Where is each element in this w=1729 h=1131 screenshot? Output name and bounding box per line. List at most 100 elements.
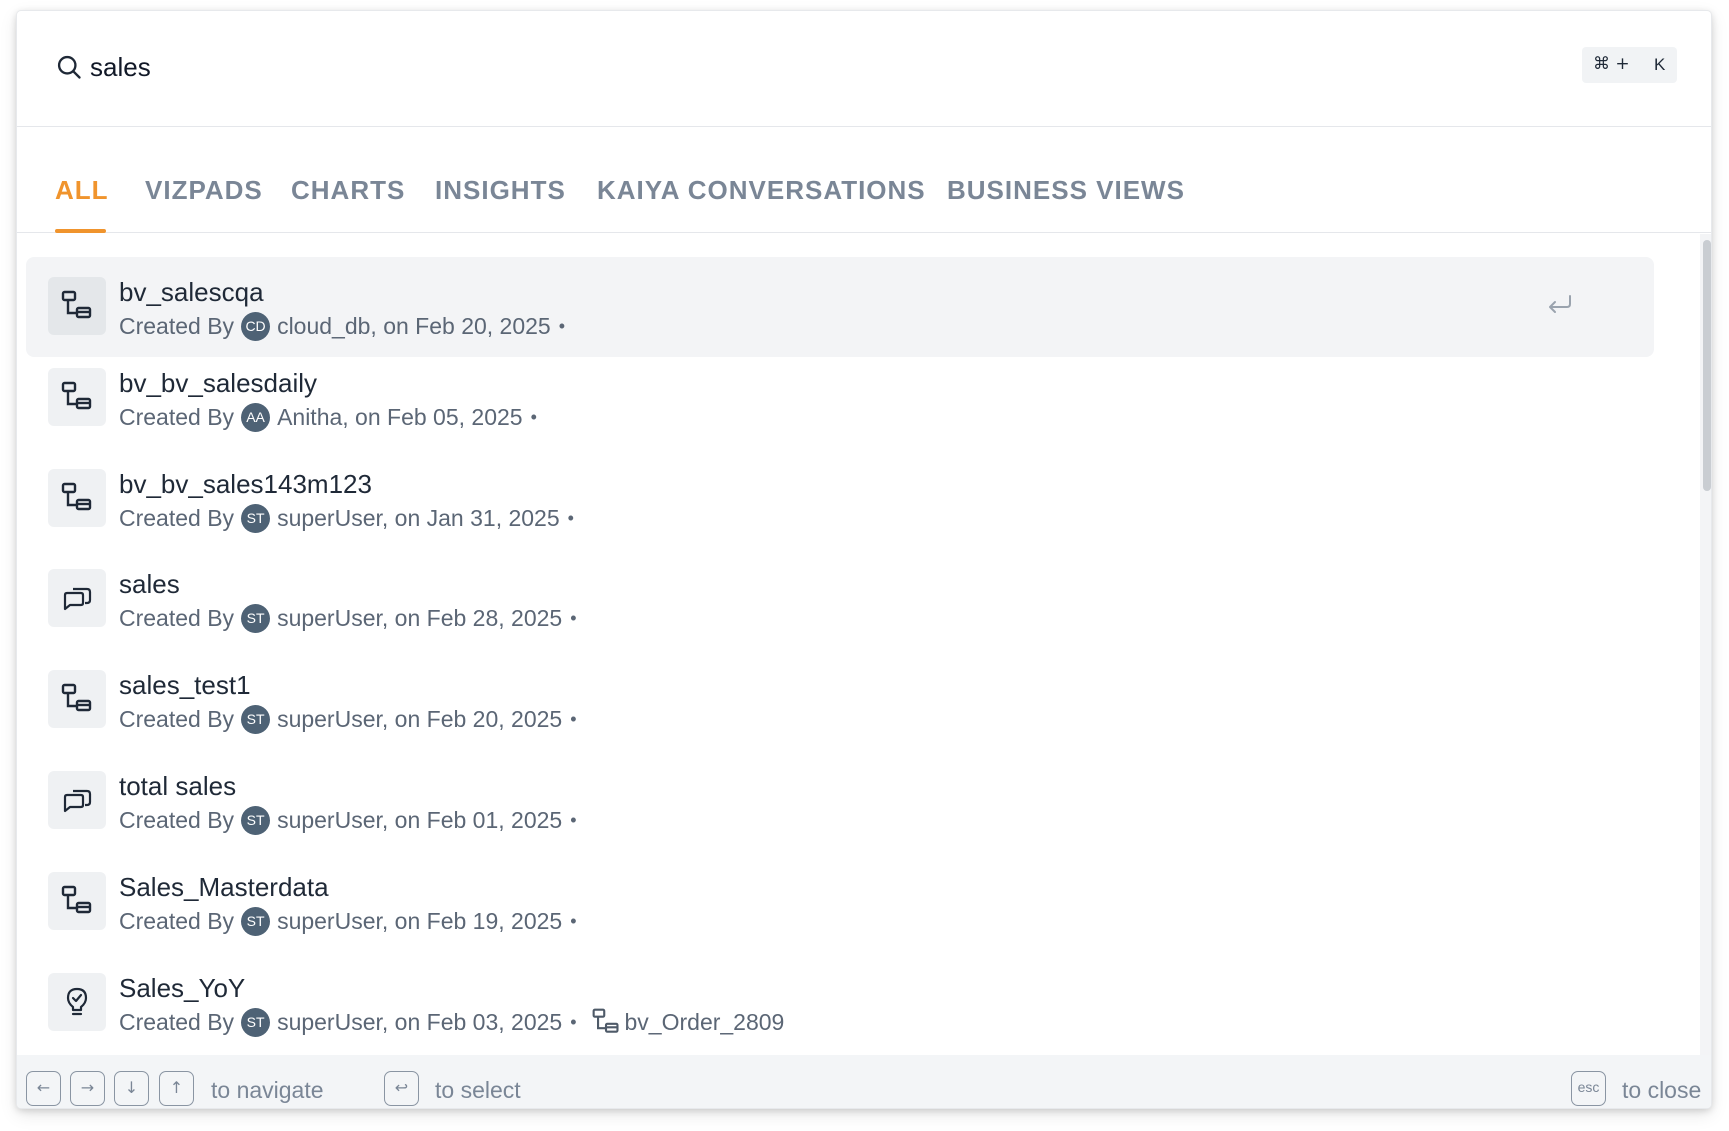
tab-vizpads[interactable]: VIZPADS	[145, 175, 263, 206]
tab-charts[interactable]: CHARTS	[291, 175, 405, 206]
created-by-label: Created By	[119, 1008, 235, 1035]
created-by-label: Created By	[119, 312, 235, 339]
business-view-icon	[61, 683, 92, 712]
result-type-icon-box	[48, 973, 106, 1031]
conversation-icon	[63, 587, 92, 611]
result-row[interactable]: Sales_Masterdata Created By ST superUser…	[26, 852, 1654, 952]
created-by-label: Created By	[119, 705, 235, 732]
business-view-icon	[61, 885, 92, 914]
result-row[interactable]: bv_salescqa Created By CD cloud_db, on F…	[26, 257, 1654, 357]
esc-key: esc	[1571, 1071, 1606, 1106]
separator-dot: •	[570, 809, 577, 830]
business-view-icon	[61, 482, 92, 511]
tab-all[interactable]: ALL	[55, 175, 109, 206]
tab-kaiya-conversations[interactable]: KAIYA CONVERSATIONS	[597, 175, 926, 206]
separator-dot: •	[530, 406, 537, 427]
search-bar: ⌘ + K	[17, 11, 1711, 127]
arrow-up-key: ↑	[159, 1071, 194, 1106]
result-meta: Created By ST superUser, on Feb 20, 2025…	[119, 704, 577, 734]
created-by-label: Created By	[119, 403, 235, 430]
created-by-label: Created By	[119, 604, 235, 631]
result-row[interactable]: Sales_YoY Created By ST superUser, on Fe…	[26, 953, 1654, 1053]
result-type-icon-box	[48, 368, 106, 426]
separator-dot: •	[567, 507, 574, 528]
creator-and-date: Anitha, on Feb 05, 2025	[277, 403, 523, 430]
keyboard-shortcut-badge: ⌘ + K	[1582, 47, 1677, 83]
result-meta: Created By ST superUser, on Feb 19, 2025…	[119, 906, 577, 936]
avatar: ST	[241, 906, 271, 936]
result-title: sales	[119, 569, 180, 599]
arrow-down-key: ↓	[114, 1071, 149, 1106]
result-type-icon-box	[48, 569, 106, 627]
result-row[interactable]: total sales Created By ST superUser, on …	[26, 751, 1654, 851]
result-type-icon-box	[48, 670, 106, 728]
business-view-icon	[61, 381, 92, 410]
creator-and-date: superUser, on Feb 01, 2025	[277, 806, 563, 833]
scrollbar-thumb[interactable]	[1703, 240, 1711, 491]
shortcut-modifier: ⌘ +	[1593, 54, 1630, 74]
result-meta: Created By AA Anitha, on Feb 05, 2025 •	[119, 402, 537, 432]
arrow-right-key: →	[70, 1071, 105, 1106]
search-icon	[57, 55, 81, 79]
result-meta: Created By ST superUser, on Feb 03, 2025…	[119, 1007, 784, 1037]
result-row[interactable]: bv_bv_sales143m123 Created By ST superUs…	[26, 449, 1654, 549]
select-hint: to select	[435, 1077, 521, 1103]
result-title: total sales	[119, 771, 237, 801]
result-type-icon-box	[48, 872, 106, 930]
enter-key: ↩	[384, 1071, 419, 1106]
conversation-icon	[63, 789, 92, 813]
separator-dot: •	[570, 607, 577, 628]
separator-dot: •	[570, 1011, 577, 1032]
separator-dot: •	[570, 910, 577, 931]
avatar: ST	[241, 704, 271, 734]
created-by-label: Created By	[119, 504, 235, 531]
active-tab-indicator	[55, 229, 106, 233]
creator-and-date: cloud_db, on Feb 20, 2025	[277, 312, 551, 339]
created-by-label: Created By	[119, 806, 235, 833]
tab-insights[interactable]: INSIGHTS	[435, 175, 566, 206]
creator-and-date: superUser, on Jan 31, 2025	[277, 504, 560, 531]
enter-return-icon	[1549, 295, 1571, 313]
navigate-hint: to navigate	[211, 1077, 324, 1103]
shortcut-key: K	[1654, 55, 1666, 74]
result-title: bv_bv_sales143m123	[119, 469, 372, 499]
separator-dot: •	[570, 708, 577, 729]
avatar: CD	[241, 311, 271, 341]
business-view-icon	[61, 290, 92, 319]
result-type-icon-box	[48, 277, 106, 335]
business-view-icon	[592, 1008, 619, 1033]
result-title: bv_salescqa	[119, 277, 264, 307]
separator-dot: •	[558, 315, 566, 336]
tab-business-views[interactable]: BUSINESS VIEWS	[947, 175, 1185, 206]
linked-business-view[interactable]: bv_Order_2809	[625, 1009, 785, 1036]
result-title: Sales_YoY	[119, 973, 246, 1003]
avatar: ST	[241, 603, 271, 633]
search-input[interactable]	[90, 49, 1390, 85]
category-tabs: ALL VIZPADS CHARTS INSIGHTS KAIYA CONVER…	[17, 127, 1711, 233]
result-row[interactable]: sales Created By ST superUser, on Feb 28…	[26, 549, 1654, 649]
avatar: AA	[241, 402, 271, 432]
result-title: bv_bv_salesdaily	[119, 368, 318, 398]
global-search-dialog: ⌘ + K ALL VIZPADS CHARTS INSIGHTS KAIYA …	[17, 11, 1711, 1108]
arrow-left-key: ←	[26, 1071, 61, 1106]
creator-and-date: superUser, on Feb 19, 2025	[277, 907, 563, 934]
result-type-icon-box	[48, 771, 106, 829]
result-row[interactable]: sales_test1 Created By ST superUser, on …	[26, 650, 1654, 750]
result-meta: Created By ST superUser, on Jan 31, 2025…	[119, 503, 574, 533]
result-meta: Created By ST superUser, on Feb 28, 2025…	[119, 603, 577, 633]
result-row[interactable]: bv_bv_salesdaily Created By AA Anitha, o…	[26, 348, 1654, 448]
result-meta: Created By ST superUser, on Feb 01, 2025…	[119, 805, 577, 835]
creator-and-date: superUser, on Feb 28, 2025	[277, 604, 563, 631]
creator-and-date: superUser, on Feb 03, 2025	[277, 1008, 563, 1035]
result-title: sales_test1	[119, 670, 251, 700]
insight-bulb-icon	[66, 987, 88, 1016]
creator-and-date: superUser, on Feb 20, 2025	[277, 705, 563, 732]
avatar: ST	[241, 805, 271, 835]
avatar: ST	[241, 1007, 271, 1037]
close-hint: to close	[1622, 1077, 1702, 1103]
created-by-label: Created By	[119, 907, 235, 934]
avatar: ST	[241, 503, 271, 533]
result-type-icon-box	[48, 469, 106, 527]
result-title: Sales_Masterdata	[119, 872, 329, 902]
keyboard-hints-footer: ← → ↓ ↑ to navigate ↩ to select esc to c…	[17, 1055, 1711, 1108]
